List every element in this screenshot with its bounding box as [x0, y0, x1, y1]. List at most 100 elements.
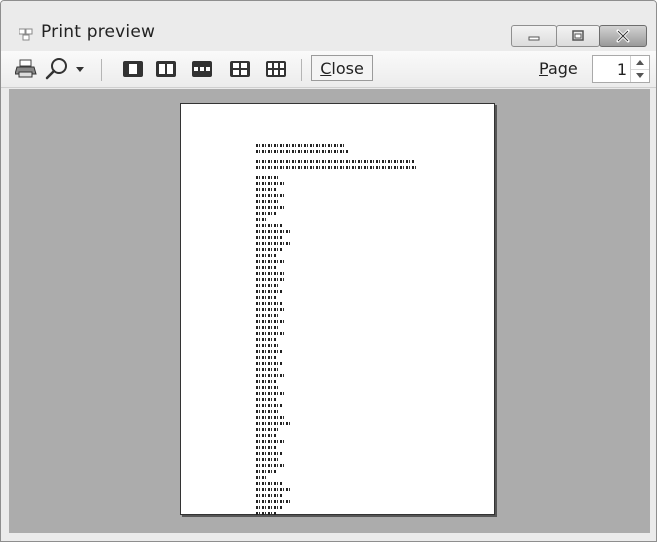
text-line [256, 452, 282, 455]
text-line [256, 332, 284, 335]
text-line [256, 242, 292, 245]
close-icon [616, 29, 630, 43]
three-pages-button[interactable] [190, 59, 214, 79]
print-preview-app-icon [19, 28, 33, 41]
text-line [256, 266, 276, 269]
text-line [256, 166, 416, 169]
text-line [256, 470, 276, 473]
text-line [256, 230, 290, 233]
text-line [256, 182, 286, 185]
text-line [256, 368, 280, 371]
print-icon [15, 59, 37, 78]
preview-page [180, 103, 495, 515]
text-line [256, 458, 280, 461]
one-page-button[interactable] [121, 59, 145, 79]
maximize-icon [572, 30, 584, 41]
text-line [256, 272, 286, 275]
page-label-rest: age [547, 59, 578, 78]
four-pages-button[interactable] [228, 59, 252, 79]
zoom-button[interactable] [43, 56, 71, 82]
text-line [256, 144, 344, 147]
spinner-up-button[interactable] [631, 56, 649, 70]
text-line [256, 344, 280, 347]
print-button[interactable] [13, 57, 39, 81]
print-preview-window: Print preview C lose Page 1 [0, 0, 657, 542]
six-pages-icon [266, 61, 286, 77]
window-title: Print preview [41, 22, 156, 42]
three-pages-icon [192, 61, 212, 77]
minimize-icon [528, 36, 540, 41]
text-line [256, 206, 284, 209]
text-line [256, 248, 282, 251]
preview-area[interactable] [9, 89, 650, 533]
text-line [256, 218, 268, 221]
text-line [256, 176, 280, 179]
text-line [256, 440, 286, 443]
spinner-down-button[interactable] [631, 69, 649, 82]
page-label-accelerator: P [539, 59, 548, 78]
close-label-rest: lose [331, 58, 364, 78]
text-line [256, 500, 292, 503]
text-line [256, 386, 278, 389]
six-pages-button[interactable] [264, 59, 288, 79]
text-line [256, 236, 282, 239]
four-pages-icon [230, 61, 250, 77]
preview-toolbar: Close Page 1 [1, 51, 656, 88]
text-line [256, 320, 286, 323]
chevron-up-icon [636, 60, 644, 65]
toolbar-separator [101, 59, 102, 81]
spinner-buttons [630, 56, 649, 82]
page-number-spinner[interactable]: 1 [592, 55, 650, 83]
text-line [256, 428, 280, 431]
text-line [256, 150, 348, 153]
text-line [256, 488, 290, 491]
text-line [256, 224, 282, 227]
text-line [256, 380, 276, 383]
text-line [256, 194, 284, 197]
zoom-dropdown-icon [76, 67, 84, 72]
text-line [256, 284, 278, 287]
text-line [256, 476, 268, 479]
text-line [256, 338, 276, 341]
two-pages-button[interactable] [154, 59, 178, 79]
text-line [256, 374, 284, 377]
maximize-button[interactable] [556, 25, 600, 47]
text-line [256, 314, 280, 317]
text-line [256, 356, 276, 359]
text-line [256, 260, 284, 263]
text-line [256, 362, 282, 365]
text-line [256, 422, 292, 425]
text-line [256, 494, 282, 497]
zoom-icon [45, 58, 67, 80]
text-line [256, 398, 276, 401]
close-label-accelerator: C [320, 58, 332, 78]
text-line [256, 410, 280, 413]
text-line [256, 212, 276, 215]
close-preview-button[interactable]: Close [311, 55, 373, 81]
text-line [256, 446, 276, 449]
minimize-button[interactable] [511, 25, 557, 47]
text-line [256, 464, 284, 467]
text-line [256, 326, 280, 329]
text-line [256, 404, 282, 407]
text-line [256, 434, 276, 437]
page-content [256, 144, 416, 518]
text-line [256, 278, 284, 281]
text-line [256, 296, 276, 299]
text-line [256, 254, 276, 257]
zoom-dropdown-button[interactable] [73, 61, 87, 77]
text-line [256, 392, 284, 395]
text-line [256, 350, 282, 353]
window-bottom-edge [1, 533, 656, 541]
chevron-down-icon [636, 73, 644, 78]
page-number-value[interactable]: 1 [617, 60, 627, 79]
text-line [256, 512, 276, 515]
title-bar: Print preview [1, 1, 656, 51]
toolbar-separator [301, 59, 302, 81]
text-line [256, 302, 282, 305]
close-window-button[interactable] [599, 25, 647, 47]
text-line [256, 188, 276, 191]
text-line [256, 416, 286, 419]
text-line [256, 308, 284, 311]
